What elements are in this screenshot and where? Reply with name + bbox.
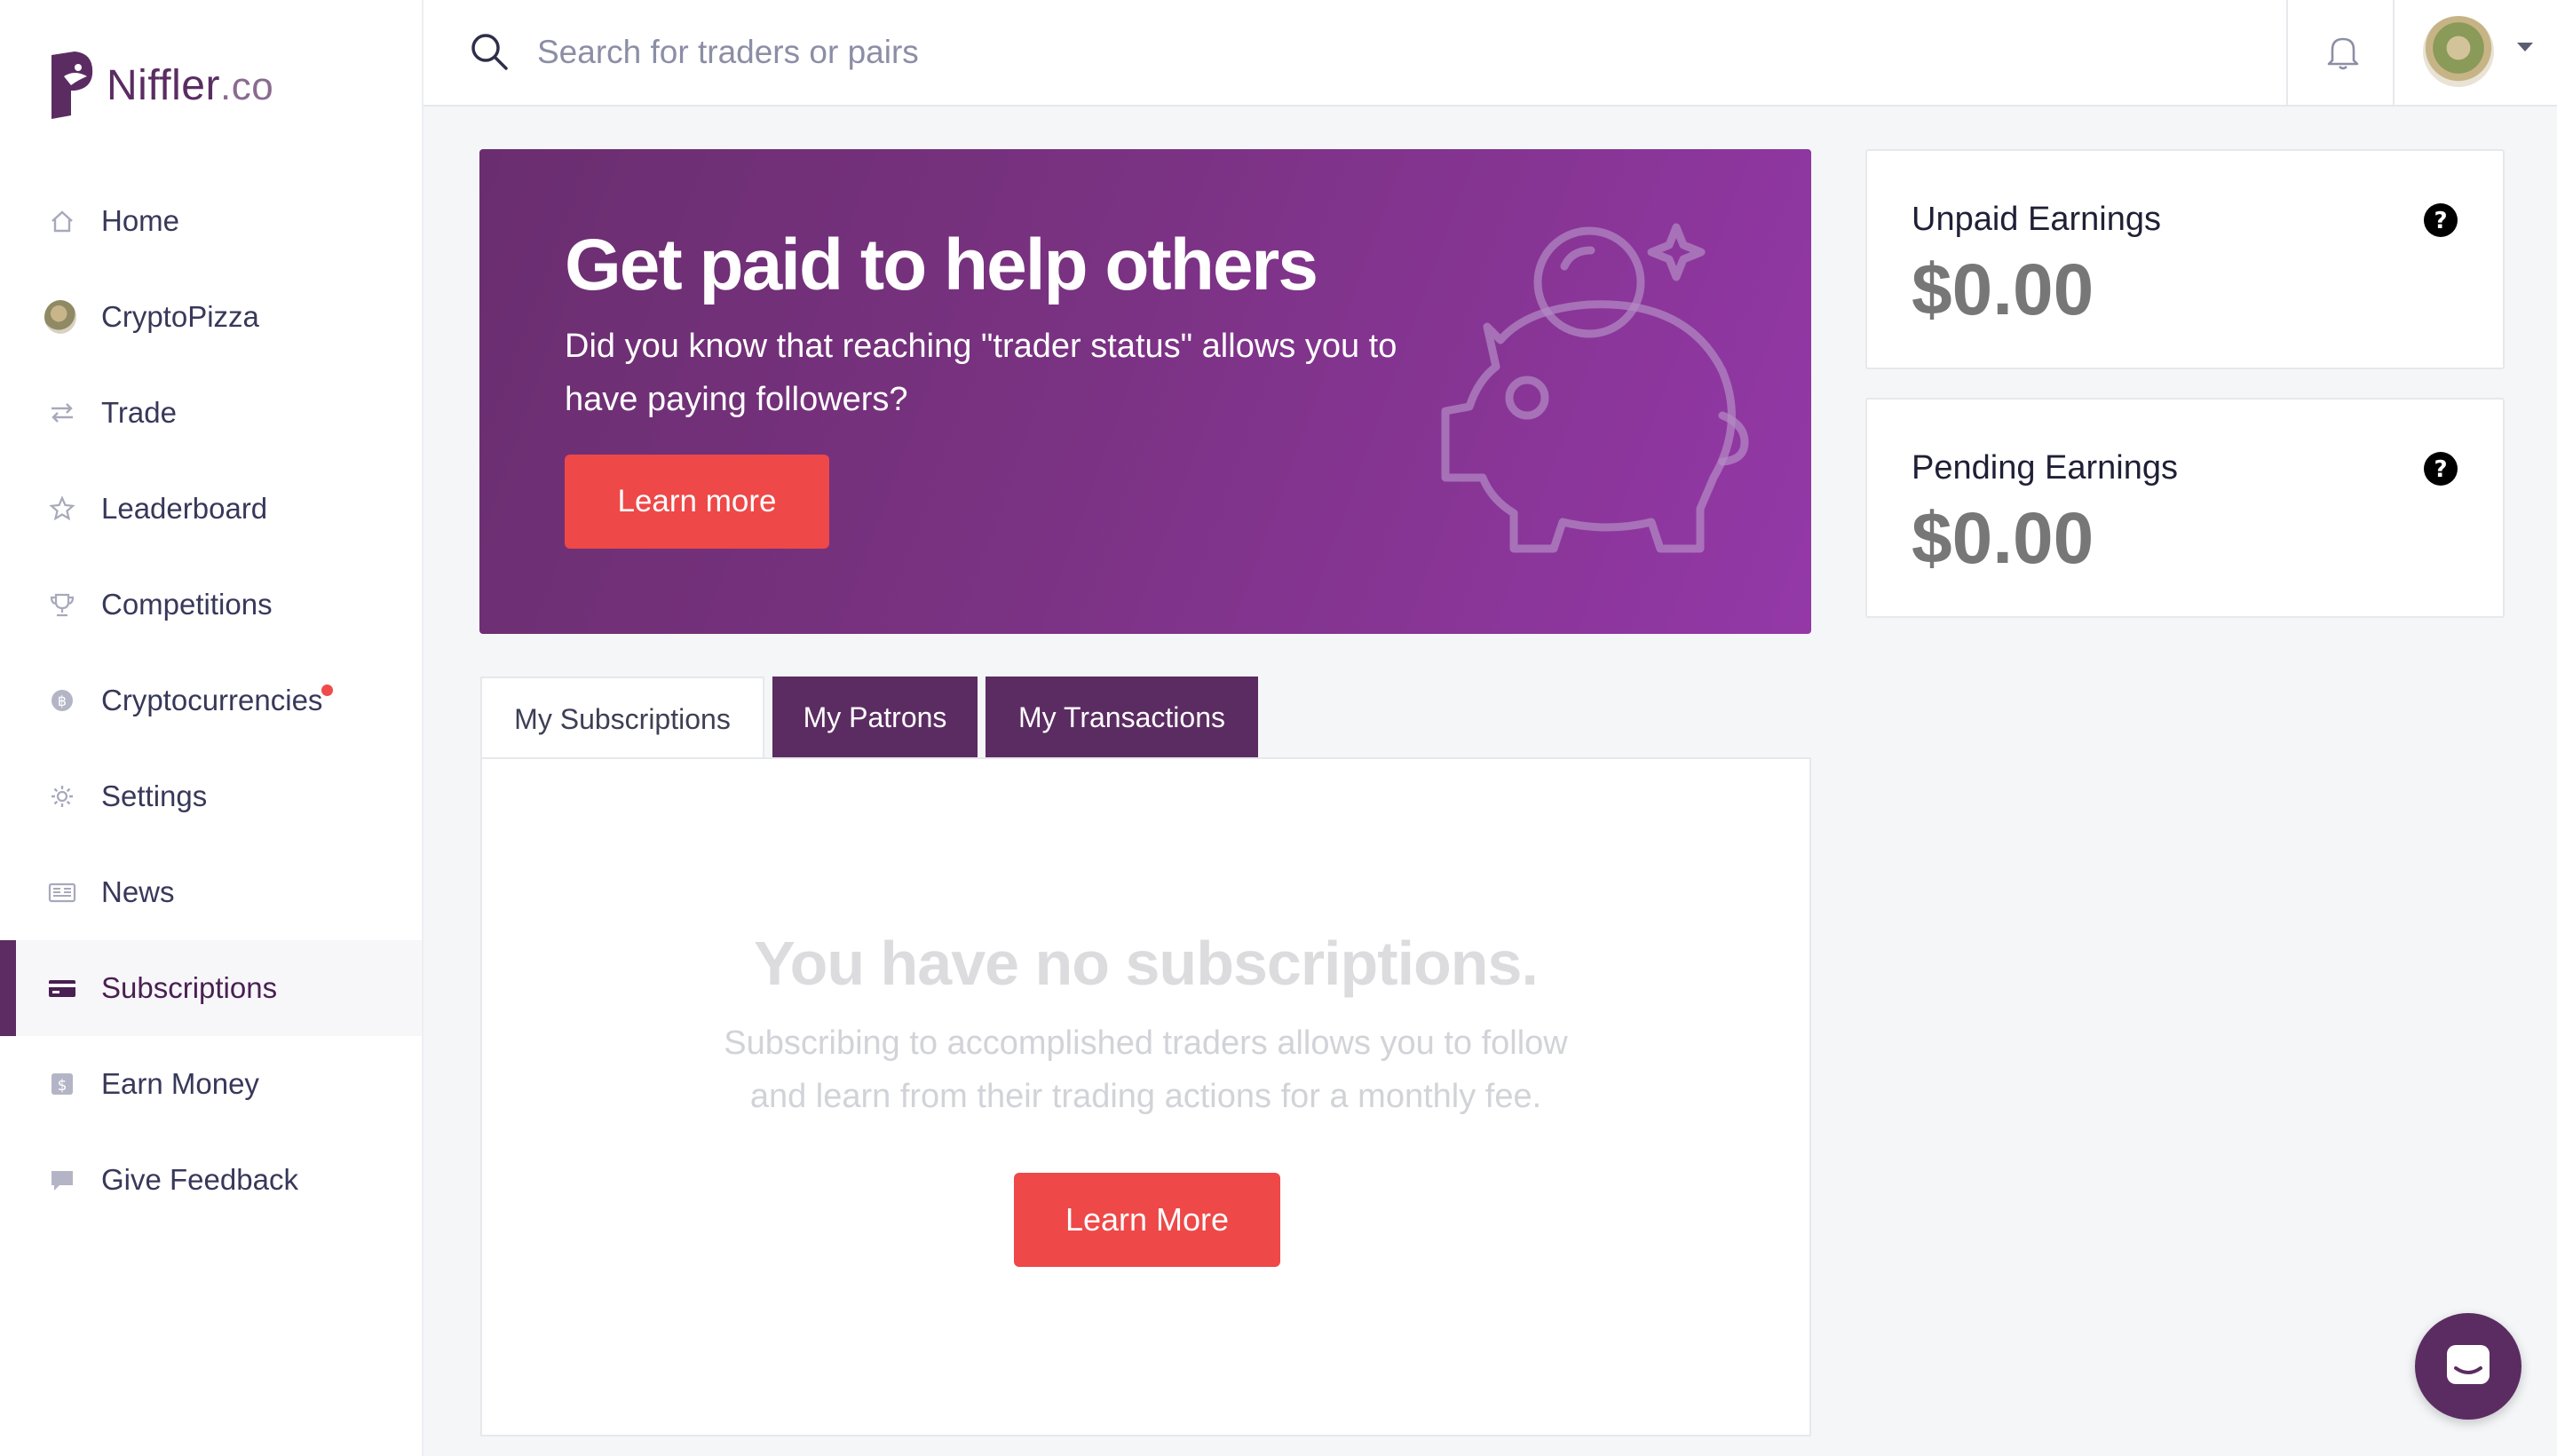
question-icon[interactable]: ?: [2423, 202, 2458, 238]
coin-icon: ฿: [48, 686, 76, 715]
topbar: [424, 0, 2557, 107]
piggy-bank-icon: [1441, 223, 1749, 553]
learn-more-button[interactable]: Learn More: [1014, 1173, 1280, 1267]
tab-my-patrons[interactable]: My Patrons: [772, 677, 978, 758]
sidebar-item-cryptopizza[interactable]: CryptoPizza: [0, 269, 422, 365]
star-icon: [48, 495, 76, 523]
sidebar-item-label: Give Feedback: [101, 1163, 298, 1196]
sidebar-item-label: Subscriptions: [101, 971, 278, 1004]
sidebar-item-settings[interactable]: Settings: [0, 748, 422, 844]
home-icon: [48, 207, 76, 235]
brand-tld: .co: [219, 64, 274, 108]
svg-text:฿: ฿: [58, 692, 67, 709]
svg-text:$: $: [58, 1077, 67, 1095]
subscriptions-panel: You have no subscriptions. Subscribing t…: [480, 757, 1811, 1436]
question-icon[interactable]: ?: [2423, 451, 2458, 487]
brand-name-text: Niffler: [107, 61, 220, 109]
sidebar-item-label: Home: [101, 204, 180, 237]
sidebar-item-label: Competitions: [101, 588, 273, 621]
sidebar-item-cryptocurrencies[interactable]: ฿ Cryptocurrencies: [0, 653, 422, 748]
search-icon: [471, 34, 508, 70]
sidebar-item-news[interactable]: News: [0, 844, 422, 940]
chat-launcher-button[interactable]: [2415, 1313, 2521, 1420]
sidebar-item-earn-money[interactable]: $ Earn Money: [0, 1036, 422, 1132]
divider: [2393, 0, 2395, 105]
empty-state-text: Subscribing to accomplished traders allo…: [724, 1025, 1568, 1115]
empty-state-title: You have no subscriptions.: [754, 929, 1539, 998]
gear-icon: [48, 782, 76, 811]
pending-earnings-card: Pending Earnings $0.00 ?: [1865, 398, 2505, 618]
card-title: Pending Earnings: [1912, 449, 2178, 487]
unpaid-earnings-card: Unpaid Earnings $0.00 ?: [1865, 149, 2505, 369]
sidebar-item-label: Leaderboard: [101, 492, 268, 525]
sidebar-item-label: News: [101, 875, 175, 908]
trophy-icon: [48, 590, 76, 619]
divider: [2286, 0, 2288, 105]
chat-bubble-icon: [48, 1166, 76, 1194]
dollar-icon: $: [48, 1070, 76, 1098]
card-value: $0.00: [1912, 249, 2094, 330]
learn-more-button[interactable]: Learn more: [565, 455, 829, 549]
card-title: Unpaid Earnings: [1912, 201, 2161, 238]
avatar: [44, 300, 76, 334]
sidebar-item-label: Settings: [101, 779, 208, 812]
notification-dot: [321, 684, 333, 696]
sidebar-item-competitions[interactable]: Competitions: [0, 557, 422, 653]
sidebar-item-leaderboard[interactable]: Leaderboard: [0, 461, 422, 557]
sidebar-item-trade[interactable]: Trade: [0, 365, 422, 461]
sidebar-item-label: Trade: [101, 396, 177, 429]
tab-my-transactions[interactable]: My Transactions: [986, 677, 1258, 758]
arrows-icon: [48, 399, 76, 427]
sidebar-item-label: Cryptocurrencies: [101, 684, 323, 716]
logo-mark-icon: [51, 51, 93, 119]
tab-my-subscriptions[interactable]: My Subscriptions: [480, 677, 764, 760]
user-avatar[interactable]: [2423, 16, 2494, 87]
sidebar-item-label: CryptoPizza: [101, 300, 259, 333]
search-input[interactable]: [535, 25, 2226, 80]
banner-title: Get paid to help others: [565, 225, 1318, 305]
newspaper-icon: [48, 878, 76, 906]
chevron-down-icon[interactable]: [2517, 43, 2533, 51]
sidebar-item-give-feedback[interactable]: Give Feedback: [0, 1132, 422, 1228]
sidebar-nav: Home CryptoPizza Trade Leaderboard Compe…: [0, 173, 422, 1228]
sidebar-item-home[interactable]: Home: [0, 173, 422, 269]
sidebar: Niffler.co Home CryptoPizza Trade Leader…: [0, 0, 424, 1456]
card-value: $0.00: [1912, 498, 2094, 579]
banner-text: Did you know that reaching "trader statu…: [565, 328, 1397, 418]
sidebar-item-subscriptions[interactable]: Subscriptions: [0, 940, 422, 1036]
bell-icon[interactable]: [2322, 30, 2364, 73]
brand-logo[interactable]: Niffler.co: [48, 50, 273, 121]
brand-name: Niffler.co: [107, 61, 273, 110]
promo-banner: Get paid to help others Did you know tha…: [479, 149, 1811, 634]
credit-card-icon: [48, 974, 76, 1002]
sidebar-item-label: Earn Money: [101, 1067, 259, 1100]
svg-text:?: ?: [2434, 208, 2447, 234]
svg-text:?: ?: [2434, 456, 2447, 483]
chat-icon: [2447, 1345, 2490, 1384]
